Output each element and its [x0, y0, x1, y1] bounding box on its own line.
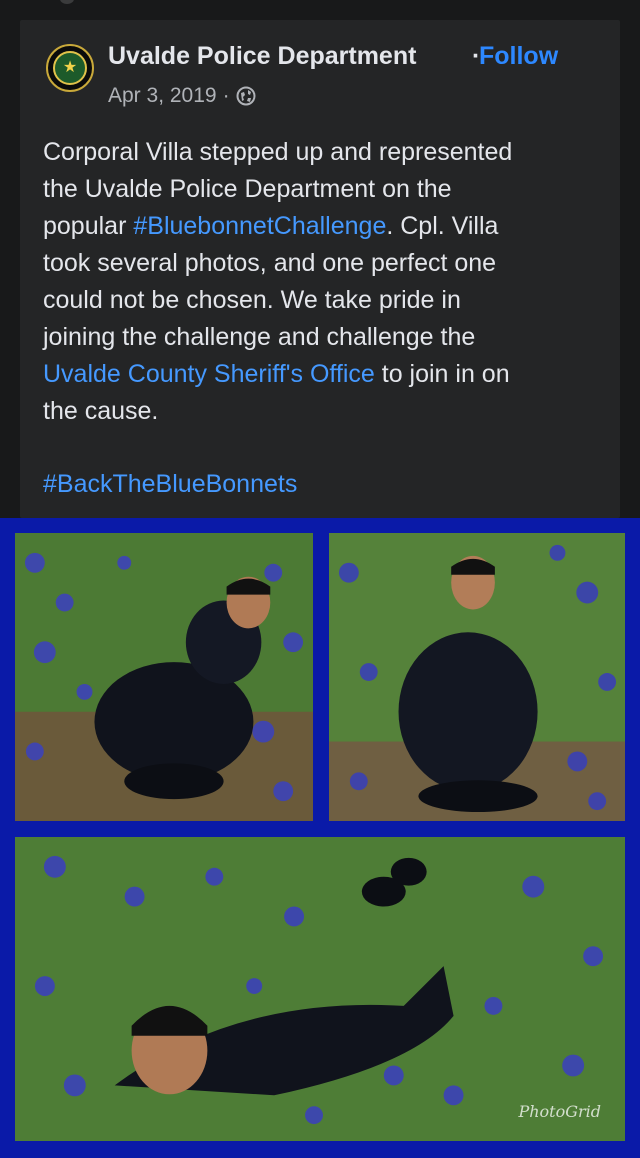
hashtag-bluebonnet-challenge-link[interactable]: #BluebonnetChallenge — [133, 212, 386, 240]
post-text-fragment: . Cpl. Villa — [386, 212, 499, 240]
photo-illustration — [15, 533, 313, 821]
officer-seated-photo[interactable] — [14, 532, 314, 822]
photogrid-watermark: PhotoGrid — [518, 1102, 601, 1121]
post-card: ★ Uvalde Police Department · Follow Apr … — [20, 20, 620, 518]
officer-lying-photo[interactable]: PhotoGrid — [14, 836, 626, 1142]
page-avatar[interactable]: ★ — [46, 44, 94, 92]
page-name[interactable]: Uvalde Police Department — [108, 42, 416, 71]
post-text-line: the cause. — [43, 397, 159, 425]
post-text-fragment: popular — [43, 212, 134, 240]
post-text-line: Uvalde County Sheriff's Office to join i… — [43, 356, 603, 393]
previous-content-edge — [60, 0, 74, 4]
top-sliver — [0, 0, 640, 20]
photo-illustration — [15, 837, 625, 1141]
post-text-line: took several photos, and one perfect one — [43, 249, 497, 277]
photo-collage[interactable]: PhotoGrid — [0, 518, 640, 1158]
follow-button[interactable]: Follow — [479, 42, 558, 71]
sheriff-office-mention-link[interactable]: Uvalde County Sheriff's Office — [43, 360, 375, 388]
officer-kneeling-photo[interactable] — [328, 532, 626, 822]
post-meta: Apr 3, 2019 · — [108, 84, 256, 108]
post-text-line: Corporal Villa stepped up and represente… — [43, 138, 513, 166]
post-text-line: the Uvalde Police Department on the — [43, 175, 452, 203]
post-text-line: popular #BluebonnetChallenge. Cpl. Villa — [43, 208, 603, 245]
post-text-fragment: to join in on — [374, 360, 510, 388]
post-text: Corporal Villa stepped up and represente… — [43, 134, 603, 430]
post-date[interactable]: Apr 3, 2019 — [108, 84, 217, 108]
meta-separator: · — [222, 84, 230, 107]
post-text-line: could not be chosen. We take pride in — [43, 286, 461, 314]
photo-illustration — [329, 533, 625, 821]
hashtag-back-the-bluebonnets-link[interactable]: #BackTheBlueBonnets — [43, 466, 297, 503]
globe-icon — [236, 86, 256, 106]
post-text-line: joining the challenge and challenge the — [43, 323, 476, 351]
police-badge-icon: ★ — [53, 51, 87, 85]
